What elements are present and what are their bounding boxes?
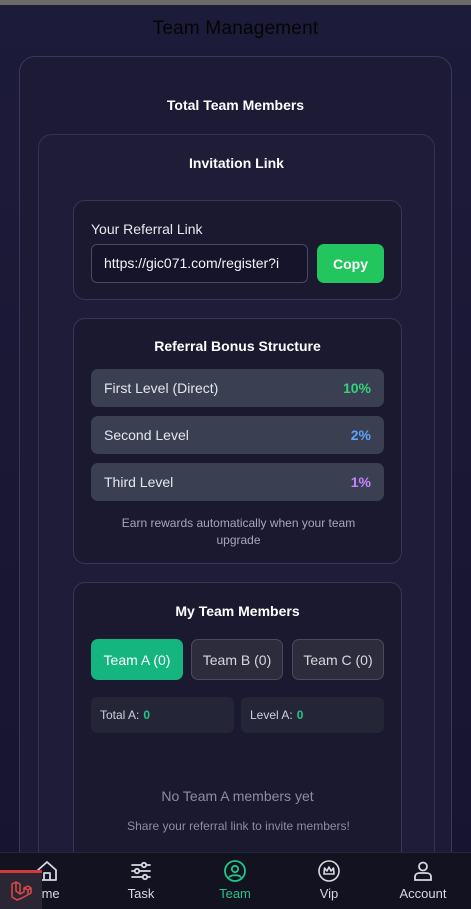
top-status-bar — [0, 0, 471, 5]
tab-team-c[interactable]: Team C (0) — [292, 639, 384, 680]
empty-state-subtitle: Share your referral link to invite membe… — [127, 819, 350, 833]
page-title: Team Management — [152, 18, 319, 39]
stat-value: 0 — [296, 708, 304, 722]
sliders-icon — [131, 861, 151, 881]
team-members-heading: My Team Members — [175, 603, 300, 619]
nav-label: Task — [127, 886, 155, 901]
tab-team-b[interactable]: Team B (0) — [191, 639, 283, 680]
bottom-navigation: ome Task Team Vip Account — [0, 852, 471, 909]
copy-button[interactable]: Copy — [317, 244, 384, 283]
bonus-level-percent: 10% — [342, 380, 371, 396]
bonus-heading: Referral Bonus Structure — [154, 338, 321, 354]
tab-team-a[interactable]: Team A (0) — [91, 639, 183, 680]
referral-bonus-panel: Referral Bonus Structure First Level (Di… — [73, 318, 402, 564]
bonus-level-label: Third Level — [104, 474, 174, 490]
laravel-logo-icon — [11, 881, 32, 901]
crown-icon — [318, 860, 340, 882]
bonus-level-percent: 1% — [350, 474, 371, 490]
invitation-card: Invitation Link Your Referral Link https… — [38, 134, 435, 894]
empty-state-title: No Team A members yet — [161, 788, 314, 804]
bonus-note: Earn rewards automatically when your tea… — [121, 516, 356, 547]
nav-label: Account — [399, 886, 447, 901]
bonus-level-label: Second Level — [104, 427, 189, 443]
debug-toolbar-badge[interactable] — [0, 870, 42, 909]
bonus-row-third-level: Third Level 1% — [91, 463, 384, 501]
user-circle-icon — [224, 860, 246, 882]
team-members-panel: My Team Members Team A (0) Team B (0) Te… — [73, 582, 402, 882]
nav-label: Team — [219, 886, 251, 901]
referral-link-panel: Your Referral Link https://gic071.com/re… — [73, 200, 402, 300]
referral-link-input[interactable]: https://gic071.com/register?i — [91, 244, 308, 283]
nav-item-vip[interactable]: Vip — [289, 859, 369, 907]
nav-label: Vip — [319, 886, 339, 901]
stat-level-a: Level A: 0 — [241, 697, 384, 733]
total-team-members-heading: Total Team Members — [166, 97, 305, 113]
stat-value: 0 — [143, 708, 151, 722]
user-icon — [414, 861, 432, 881]
bonus-row-first-level: First Level (Direct) 10% — [91, 369, 384, 407]
stat-label: Total A: — [100, 708, 140, 722]
bonus-row-second-level: Second Level 2% — [91, 416, 384, 454]
stat-total-a: Total A: 0 — [91, 697, 234, 733]
nav-item-team[interactable]: Team — [195, 859, 275, 907]
referral-link-label: Your Referral Link — [91, 221, 203, 237]
nav-item-task[interactable]: Task — [101, 859, 181, 907]
bonus-level-percent: 2% — [350, 427, 371, 443]
bonus-level-label: First Level (Direct) — [104, 380, 219, 396]
stat-label: Level A: — [250, 708, 293, 722]
team-summary-card: Total Team Members Invitation Link Your … — [19, 56, 452, 894]
invitation-heading: Invitation Link — [189, 155, 284, 171]
nav-item-account[interactable]: Account — [383, 859, 463, 907]
